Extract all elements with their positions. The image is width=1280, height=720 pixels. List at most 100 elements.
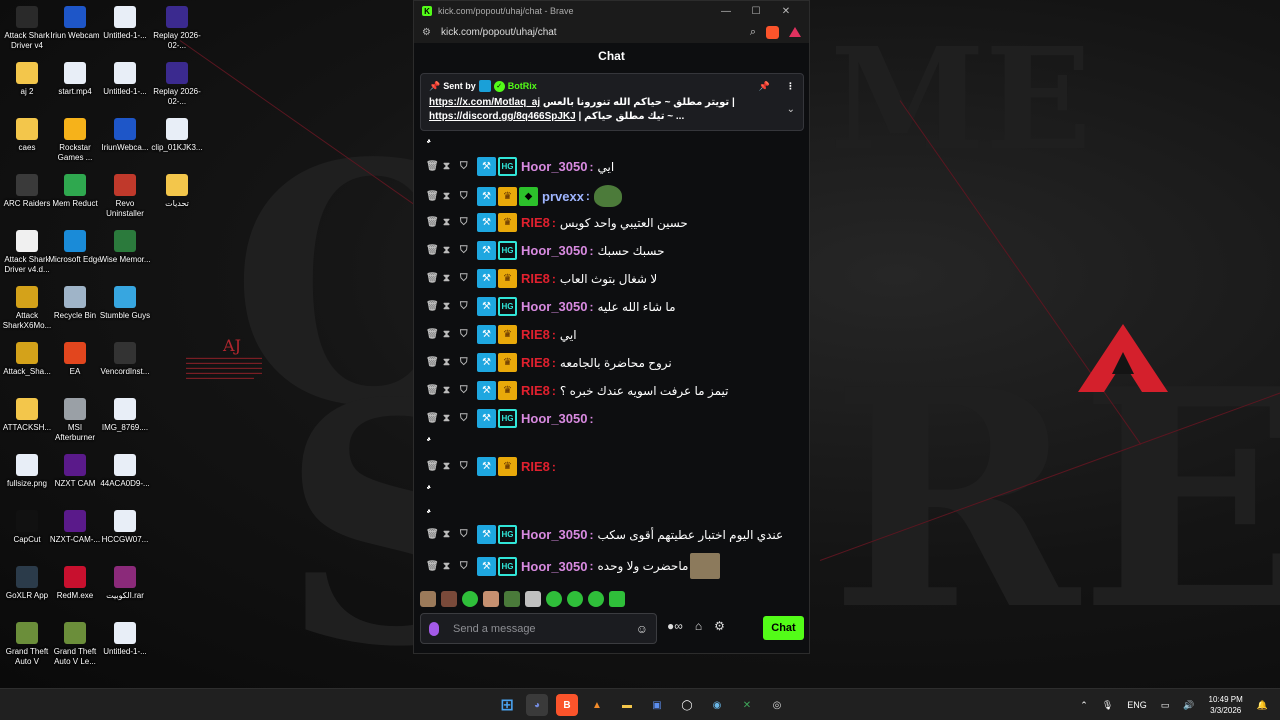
language-indicator[interactable]: ENG: [1127, 700, 1147, 710]
zoom-icon[interactable]: ⌕: [750, 26, 756, 39]
desktop-icon[interactable]: Untitled-1-...: [98, 622, 152, 657]
desktop-icon[interactable]: Rockstar Games ...: [48, 118, 102, 163]
emote-icon[interactable]: [441, 591, 457, 607]
discord-link[interactable]: https://discord.gg/8q466SpJKJ: [429, 111, 576, 122]
message-input[interactable]: [453, 622, 636, 635]
chat-message[interactable]: 🗑 ⧗ ⛉ ⚒ ♛ RIE8: تيمز ما عرفت اسويه عندك خبره ؟: [426, 381, 798, 400]
timeout-icon[interactable]: ⧗: [443, 245, 460, 256]
chat-message[interactable]: 🗑 ⧗ ⛉ ⚒ HG Hoor_3050: عندي اليوم اختبار عطيتهم…: [426, 525, 798, 544]
desktop-icon[interactable]: fullsize.png: [0, 454, 54, 489]
chat-message-list[interactable]: 📌 Sent by ✓ BotRix 📌 ⋮ https://x.com/Mot…: [414, 69, 809, 589]
app-icon[interactable]: ▲: [586, 694, 608, 716]
timeout-icon[interactable]: ⧗: [443, 385, 460, 396]
chat-username[interactable]: Hoor_3050: [521, 411, 587, 426]
pinned-bot-name[interactable]: BotRix: [508, 81, 537, 91]
chat-message[interactable]: 🗑 ⧗ ⛉ ⚒ ♛ RIE8: حسين العتيبي واحد كويس: [426, 213, 798, 232]
timeout-icon[interactable]: ⧗: [443, 161, 460, 172]
chat-message[interactable]: 🗑 ⧗ ⛉ ⚒ HG Hoor_3050: ماحضرت ولا وحده: [426, 553, 798, 579]
network-icon[interactable]: ▭: [1161, 700, 1170, 711]
chat-username[interactable]: RIE8: [521, 327, 550, 342]
delete-message-icon[interactable]: 🗑: [426, 529, 443, 540]
chat-message[interactable]: 🗑 ⧗ ⛉ ⚒ ♛ ◆ prvexx:: [426, 185, 798, 207]
expand-pinned-icon[interactable]: ⌄: [787, 104, 795, 115]
desktop-icon[interactable]: Mem Reduct: [48, 174, 102, 209]
desktop-icon[interactable]: Iriun Webcam: [48, 6, 102, 41]
emoji-picker-icon[interactable]: ☺: [636, 622, 648, 636]
chat-message[interactable]: 🗑 ⧗ ⛉ ⚒ HG Hoor_3050: ايي: [426, 157, 798, 176]
ban-icon[interactable]: ⛉: [460, 245, 477, 256]
desktop-icon[interactable]: Replay 2026-02-...: [150, 62, 204, 107]
timeout-icon[interactable]: ⧗: [443, 357, 460, 368]
ban-icon[interactable]: ⛉: [460, 191, 477, 202]
combo-icon[interactable]: ●∞: [667, 619, 683, 633]
delete-message-icon[interactable]: 🗑: [426, 273, 443, 284]
ban-icon[interactable]: ⛉: [460, 385, 477, 396]
delete-message-icon[interactable]: 🗑: [426, 357, 443, 368]
timeout-icon[interactable]: ⧗: [443, 529, 460, 540]
file-explorer-icon[interactable]: ▬: [616, 694, 638, 716]
desktop-icon[interactable]: Grand Theft Auto V Le...: [48, 622, 102, 667]
chat-username[interactable]: RIE8: [521, 355, 550, 370]
start-menu-icon[interactable]: ⊞: [496, 694, 518, 716]
desktop-icon[interactable]: ARC Raiders: [0, 174, 54, 209]
microphone-icon[interactable]: [429, 621, 439, 636]
brave-shields-icon[interactable]: [766, 25, 779, 39]
delete-message-icon[interactable]: 🗑: [426, 245, 443, 256]
delete-message-icon[interactable]: 🗑: [426, 329, 443, 340]
chat-username[interactable]: Hoor_3050: [521, 299, 587, 314]
desktop-icon[interactable]: CapCut: [0, 510, 54, 545]
chat-message[interactable]: 🗑 ⧗ ⛉ ⚒ HG Hoor_3050: حسبك حسبك: [426, 241, 798, 260]
desktop-icon[interactable]: Attack_Sha...: [0, 342, 54, 377]
maximize-button[interactable]: ☐: [741, 6, 771, 17]
chat-username[interactable]: Hoor_3050: [521, 243, 587, 258]
emote-icon[interactable]: [462, 591, 478, 607]
timeout-icon[interactable]: ⧗: [443, 329, 460, 340]
emote-icon[interactable]: [609, 591, 625, 607]
desktop-icon[interactable]: 44ACA0D9-...: [98, 454, 152, 489]
desktop-icon[interactable]: Recycle Bin: [48, 286, 102, 321]
steam-icon[interactable]: ◉: [706, 694, 728, 716]
delete-message-icon[interactable]: 🗑: [426, 461, 443, 472]
timeout-icon[interactable]: ⧗: [443, 413, 460, 424]
desktop-icon[interactable]: IMG_8769....: [98, 398, 152, 433]
store-icon[interactable]: ⌂: [695, 619, 702, 633]
timeout-icon[interactable]: ⧗: [443, 461, 460, 472]
site-settings-icon[interactable]: ⚙: [422, 27, 431, 38]
timeout-icon[interactable]: ⧗: [443, 217, 460, 228]
chat-settings-icon[interactable]: ⚙: [714, 619, 725, 633]
ban-icon[interactable]: ⛉: [460, 161, 477, 172]
desktop-icon[interactable]: Revo Uninstaller: [98, 174, 152, 219]
delete-message-icon[interactable]: 🗑: [426, 561, 443, 572]
desktop-icon[interactable]: start.mp4: [48, 62, 102, 97]
ban-icon[interactable]: ⛉: [460, 461, 477, 472]
webcam-icon[interactable]: ◯: [676, 694, 698, 716]
emote-icon[interactable]: [420, 591, 436, 607]
desktop-icon[interactable]: الكوبيت.rar: [98, 566, 152, 601]
desktop-icon[interactable]: GoXLR App: [0, 566, 54, 601]
emote-icon[interactable]: [504, 591, 520, 607]
desktop-icon[interactable]: Microsoft Edge: [48, 230, 102, 265]
desktop-icon[interactable]: RedM.exe: [48, 566, 102, 601]
desktop-icon[interactable]: Untitled-1-...: [98, 62, 152, 97]
emote-icon[interactable]: [525, 591, 541, 607]
desktop-icon[interactable]: MSI Afterburner: [48, 398, 102, 443]
desktop-icon[interactable]: HCCGW07...: [98, 510, 152, 545]
desktop-icon[interactable]: تحديات: [150, 174, 204, 209]
desktop-icon[interactable]: EA: [48, 342, 102, 377]
chat-username[interactable]: Hoor_3050: [521, 559, 587, 574]
delete-message-icon[interactable]: 🗑: [426, 301, 443, 312]
minimize-button[interactable]: —: [711, 6, 741, 17]
window-titlebar[interactable]: K kick.com/popout/uhaj/chat - Brave — ☐ …: [414, 1, 809, 21]
chat-message[interactable]: 🗑 ⧗ ⛉ ⚒ ♛ RIE8:: [426, 457, 798, 476]
twitter-link[interactable]: https://x.com/Motlaq_aj: [429, 97, 540, 108]
desktop-icon[interactable]: Wise Memor...: [98, 230, 152, 265]
delete-message-icon[interactable]: 🗑: [426, 191, 443, 202]
desktop-icon[interactable]: Attack Shark Driver v4: [0, 6, 54, 51]
chat-username[interactable]: Hoor_3050: [521, 527, 587, 542]
chat-message[interactable]: 🗑 ⧗ ⛉ ⚒ HG Hoor_3050: ما شاء الله عليه: [426, 297, 798, 316]
chat-message[interactable]: 🗑 ⧗ ⛉ ⚒ HG Hoor_3050:: [426, 409, 798, 428]
brave-icon[interactable]: B: [556, 694, 578, 716]
desktop-icon[interactable]: caes: [0, 118, 54, 153]
emote-icon[interactable]: [483, 591, 499, 607]
chat-message[interactable]: 🗑 ⧗ ⛉ ⚒ ♛ RIE8: لا شغال بتوث العاب: [426, 269, 798, 288]
